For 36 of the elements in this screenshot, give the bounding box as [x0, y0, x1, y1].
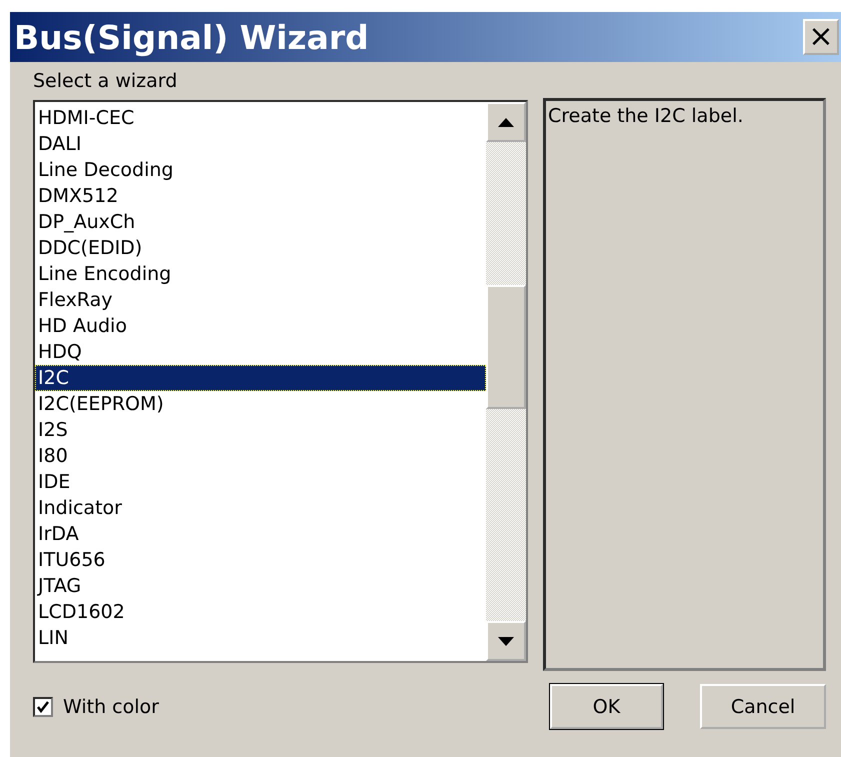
ok-button[interactable]: OK [550, 684, 663, 729]
scroll-down-button[interactable] [486, 621, 526, 661]
up-arrow-icon [498, 118, 514, 126]
description-text: Create the I2C label. [548, 105, 744, 127]
list-item[interactable]: I2S [35, 417, 486, 443]
checkbox-label: With color [63, 696, 159, 718]
check-icon [37, 700, 49, 712]
down-arrow-icon [498, 636, 514, 646]
close-button[interactable]: × [803, 19, 839, 55]
list-item[interactable]: LIN [35, 625, 486, 651]
list-item[interactable]: DP_AuxCh [35, 209, 486, 235]
scroll-up-button[interactable] [486, 102, 526, 142]
checkbox[interactable] [33, 696, 53, 716]
list-item[interactable]: FlexRay [35, 287, 486, 313]
prompt-label: Select a wizard [33, 70, 178, 94]
list-item[interactable]: IDE [35, 469, 486, 495]
list-item[interactable]: I2C(EEPROM) [35, 391, 486, 417]
scroll-thumb[interactable] [486, 285, 526, 409]
list-item[interactable]: IrDA [35, 521, 486, 547]
list-item[interactable]: Line Decoding [35, 157, 486, 183]
cancel-button[interactable]: Cancel [700, 684, 826, 729]
list-item[interactable]: DDC(EDID) [35, 235, 486, 261]
window-title: Bus(Signal) Wizard [14, 18, 369, 56]
list-item[interactable]: DALI [35, 131, 486, 157]
list-item[interactable]: Indicator [35, 495, 486, 521]
list-item[interactable]: Line Encoding [35, 261, 486, 287]
list-item[interactable]: ITU656 [35, 547, 486, 573]
list-item[interactable]: JTAG [35, 573, 486, 599]
list-item[interactable]: LCD1602 [35, 599, 486, 625]
list-item[interactable]: I2C [35, 365, 486, 391]
list-item[interactable]: HD Audio [35, 313, 486, 339]
list-item[interactable]: DMX512 [35, 183, 486, 209]
scrollbar[interactable] [486, 102, 526, 661]
list-item[interactable]: HDMI-CEC [35, 105, 486, 131]
list-item[interactable]: HDQ [35, 339, 486, 365]
list-item[interactable]: I80 [35, 443, 486, 469]
